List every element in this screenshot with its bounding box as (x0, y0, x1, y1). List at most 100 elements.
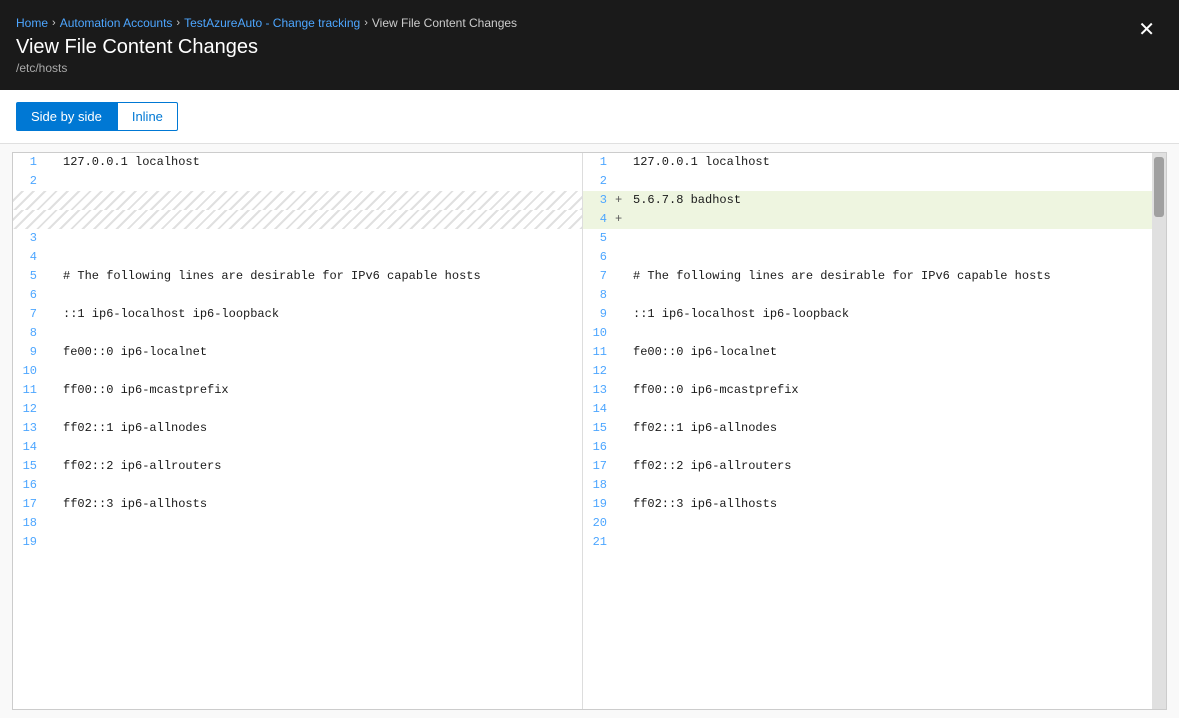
right-line: 15ff02::1 ip6-allnodes (583, 419, 1152, 438)
left-line: 8 (13, 324, 582, 343)
line-content: ff02::3 ip6-allhosts (59, 495, 582, 514)
line-number: 6 (583, 248, 615, 267)
line-number: 14 (583, 400, 615, 419)
right-line: 20 (583, 514, 1152, 533)
left-line: 2 (13, 172, 582, 191)
line-number: 17 (583, 457, 615, 476)
line-content: ff02::2 ip6-allrouters (59, 457, 582, 476)
line-number: 12 (583, 362, 615, 381)
breadcrumb-home[interactable]: Home (16, 16, 48, 30)
line-marker (615, 305, 629, 324)
line-content (59, 362, 582, 381)
line-content: ff02::3 ip6-allhosts (629, 495, 1152, 514)
line-marker (615, 495, 629, 514)
line-marker (45, 362, 59, 381)
left-line: 17ff02::3 ip6-allhosts (13, 495, 582, 514)
line-marker (615, 457, 629, 476)
line-number: 19 (583, 495, 615, 514)
line-content (629, 400, 1152, 419)
line-content: ff00::0 ip6-mcastprefix (59, 381, 582, 400)
line-content (629, 229, 1152, 248)
left-panel[interactable]: 1127.0.0.1 localhost2345# The following … (13, 153, 583, 709)
left-line: 13ff02::1 ip6-allnodes (13, 419, 582, 438)
breadcrumb-sep-3: › (364, 17, 368, 29)
line-content (59, 324, 582, 343)
line-content: 127.0.0.1 localhost (629, 153, 1152, 172)
breadcrumb-sep-2: › (176, 17, 180, 29)
topbar: Home › Automation Accounts › TestAzureAu… (0, 0, 1179, 90)
tab-side-by-side[interactable]: Side by side (16, 102, 117, 131)
tab-inline[interactable]: Inline (117, 102, 178, 131)
close-button[interactable]: ✕ (1130, 16, 1163, 44)
line-number: 18 (583, 476, 615, 495)
line-marker (615, 229, 629, 248)
line-number: 11 (583, 343, 615, 362)
line-marker (615, 476, 629, 495)
line-marker (45, 229, 59, 248)
line-number: 10 (13, 362, 45, 381)
line-marker (45, 533, 59, 552)
right-line: 14 (583, 400, 1152, 419)
line-content: ff00::0 ip6-mcastprefix (629, 381, 1152, 400)
line-number: 15 (13, 457, 45, 476)
line-content (59, 172, 582, 191)
line-content: ff02::2 ip6-allrouters (629, 457, 1152, 476)
left-line (13, 191, 582, 210)
breadcrumb-automation[interactable]: Automation Accounts (60, 16, 173, 30)
line-number: 1 (13, 153, 45, 172)
right-line: 11fe00::0 ip6-localnet (583, 343, 1152, 362)
left-line: 7::1 ip6-localhost ip6-loopback (13, 305, 582, 324)
line-number: 9 (13, 343, 45, 362)
left-line: 3 (13, 229, 582, 248)
line-number: 2 (583, 172, 615, 191)
right-line: 16 (583, 438, 1152, 457)
right-line: 10 (583, 324, 1152, 343)
line-content (629, 362, 1152, 381)
line-marker (615, 286, 629, 305)
line-marker (45, 457, 59, 476)
line-number: 13 (583, 381, 615, 400)
line-marker (45, 172, 59, 191)
line-number: 4 (583, 210, 615, 229)
line-number: 5 (583, 229, 615, 248)
line-marker (615, 533, 629, 552)
line-marker (45, 267, 59, 286)
right-line: 6 (583, 248, 1152, 267)
line-content (629, 286, 1152, 305)
breadcrumb-changetracking[interactable]: TestAzureAuto - Change tracking (184, 16, 360, 30)
line-content (629, 514, 1152, 533)
diff-area: 1127.0.0.1 localhost2345# The following … (0, 144, 1179, 718)
right-line: 17 ff02::2 ip6-allrouters (583, 457, 1152, 476)
left-line: 5# The following lines are desirable for… (13, 267, 582, 286)
line-marker (45, 514, 59, 533)
line-number: 6 (13, 286, 45, 305)
right-line: 21 (583, 533, 1152, 552)
line-number: 4 (13, 248, 45, 267)
left-line: 4 (13, 248, 582, 267)
line-marker (615, 438, 629, 457)
right-panel[interactable]: 1127.0.0.1 localhost23+5.6.7.8 badhost4+… (583, 153, 1152, 709)
line-content: ::1 ip6-localhost ip6-loopback (629, 305, 1152, 324)
line-number: 9 (583, 305, 615, 324)
right-line: 9::1 ip6-localhost ip6-loopback (583, 305, 1152, 324)
right-line: 1127.0.0.1 localhost (583, 153, 1152, 172)
line-content (59, 533, 582, 552)
line-marker (615, 172, 629, 191)
line-marker (45, 286, 59, 305)
breadcrumb: Home › Automation Accounts › TestAzureAu… (16, 16, 1163, 30)
line-number: 3 (583, 191, 615, 210)
modal-subtitle: /etc/hosts (16, 61, 1163, 75)
right-line: 4+ (583, 210, 1152, 229)
line-marker (615, 400, 629, 419)
line-marker (45, 381, 59, 400)
line-content (629, 324, 1152, 343)
right-line: 2 (583, 172, 1152, 191)
toolbar: Side by side Inline (0, 90, 1179, 144)
modal-container: Home › Automation Accounts › TestAzureAu… (0, 0, 1179, 718)
scrollbar[interactable] (1152, 153, 1166, 709)
line-content: # The following lines are desirable for … (59, 267, 582, 286)
line-content: ff02::1 ip6-allnodes (629, 419, 1152, 438)
line-number: 19 (13, 533, 45, 552)
left-line: 9fe00::0 ip6-localnet (13, 343, 582, 362)
right-line: 19 ff02::3 ip6-allhosts (583, 495, 1152, 514)
